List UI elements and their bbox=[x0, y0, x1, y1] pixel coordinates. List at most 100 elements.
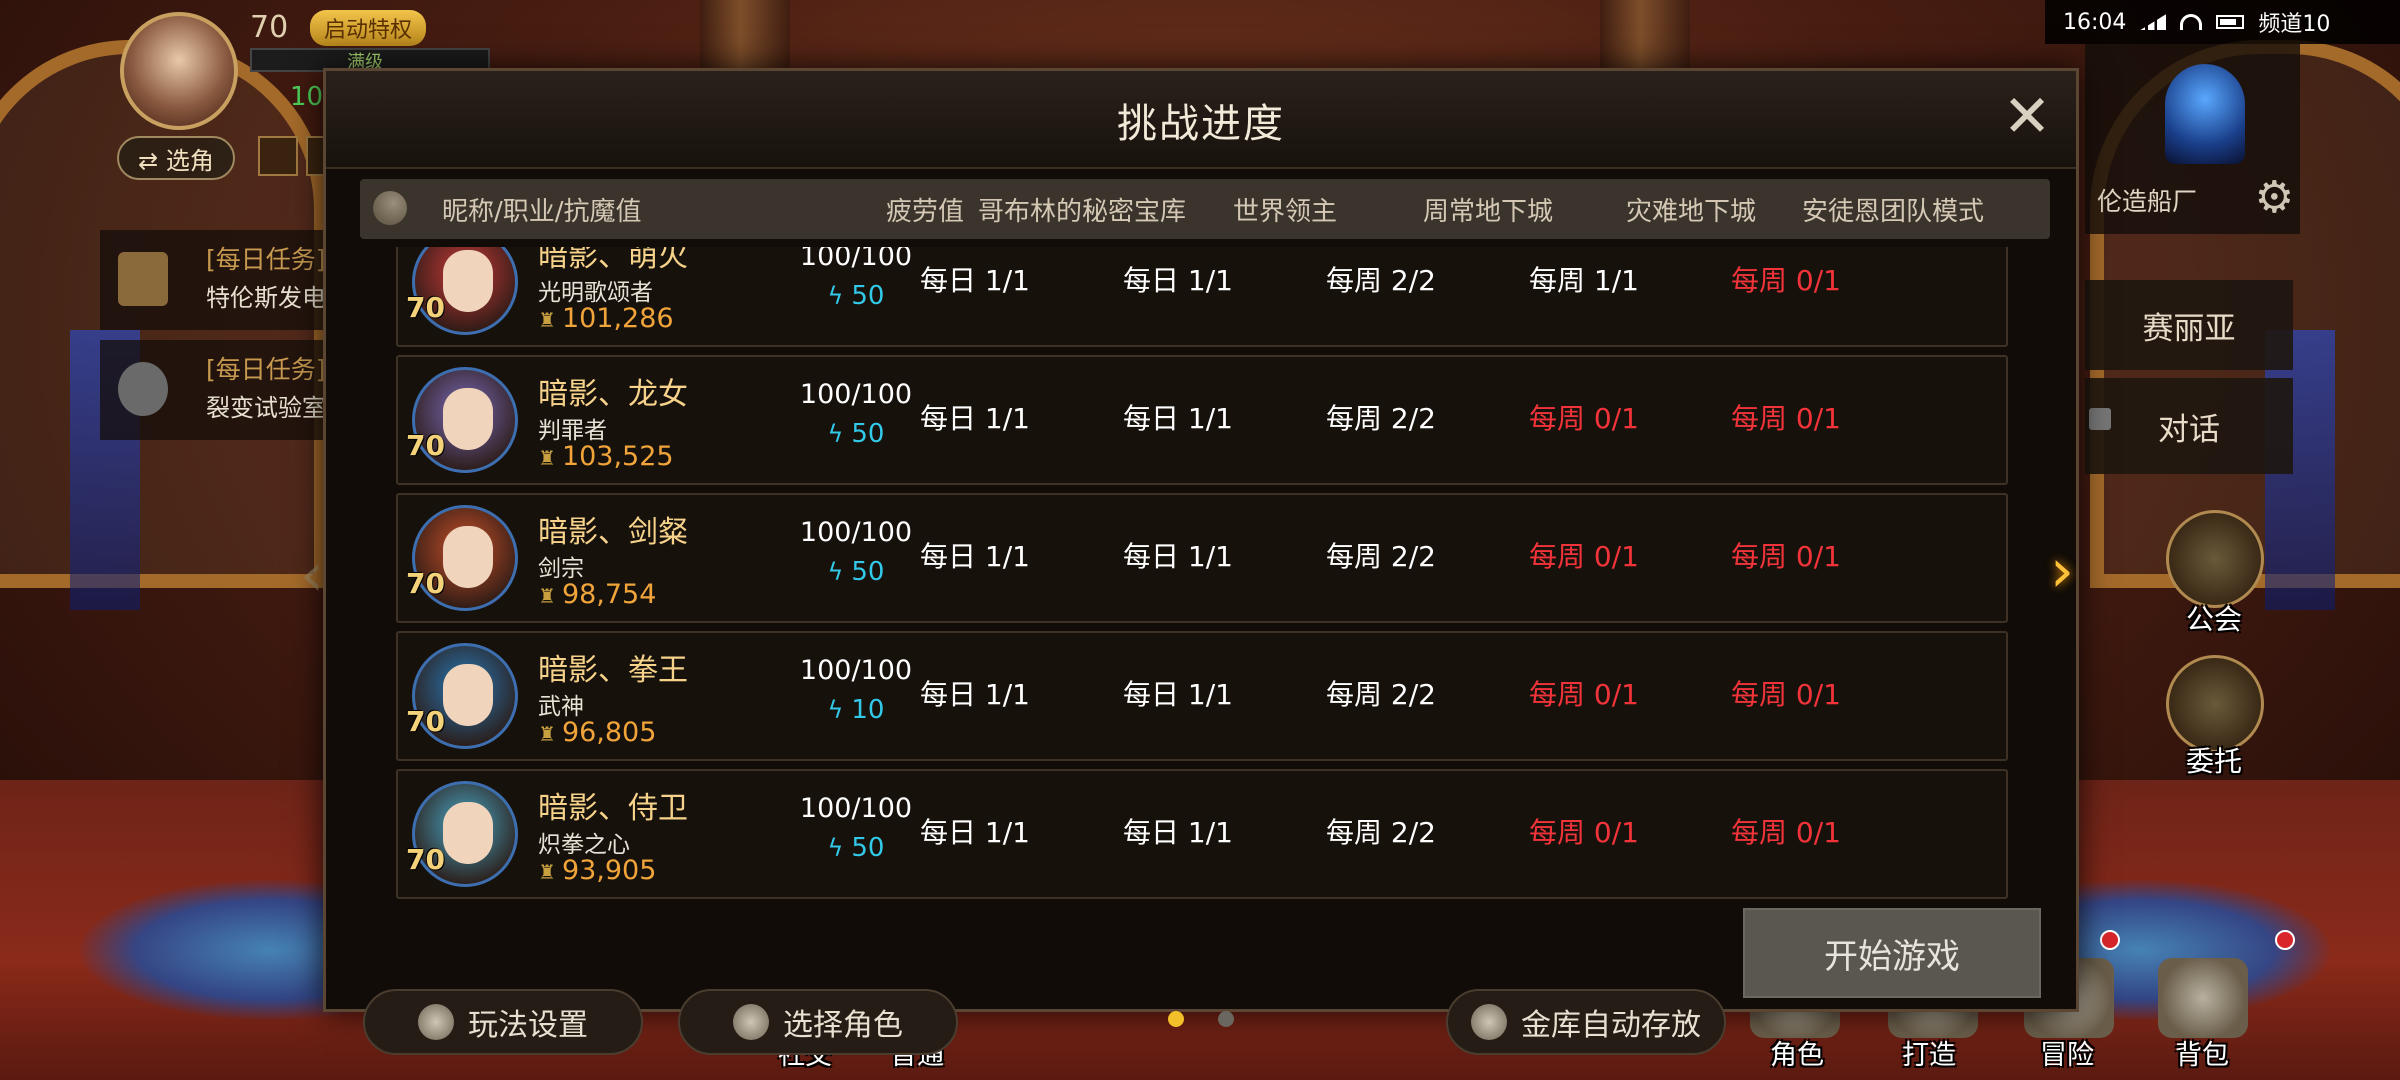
progress-cell: 每日 1/1 bbox=[920, 678, 1030, 711]
clock: 16:04 bbox=[2063, 9, 2127, 35]
character-level: 70 bbox=[406, 291, 445, 324]
bag-icon[interactable] bbox=[2158, 958, 2248, 1038]
prev-page-arrow[interactable]: ‹ bbox=[300, 540, 324, 610]
character-power: 101,286 bbox=[538, 303, 674, 334]
signal-icon bbox=[2140, 14, 2167, 30]
character-level: 70 bbox=[406, 843, 445, 876]
header-name: 昵称/职业/抗魔值 bbox=[442, 197, 642, 227]
wifi-icon bbox=[2180, 14, 2203, 30]
progress-cell: 每日 1/1 bbox=[1123, 678, 1233, 711]
map-icon[interactable] bbox=[258, 136, 298, 176]
talk-label: 对话 bbox=[2158, 411, 2220, 448]
progress-cell: 每周 0/1 bbox=[1529, 816, 1639, 849]
progress-cell: 每周 0/1 bbox=[1731, 402, 1841, 435]
table-header: 昵称/职业/抗魔值 疲劳值 哥布林的秘密宝库 世界领主 周常地下城 灾难地下城 … bbox=[360, 179, 2050, 239]
character-row[interactable]: 70暗影、拳王武神96,805100/10010每日 1/1每日 1/1每周 2… bbox=[396, 631, 2008, 761]
character-level: 70 bbox=[406, 705, 445, 738]
character-row[interactable]: 70暗影、剑粲剑宗98,754100/10050每日 1/1每日 1/1每周 2… bbox=[396, 493, 2008, 623]
character-level: 70 bbox=[406, 567, 445, 600]
select-role-button[interactable]: 选择角色 bbox=[678, 989, 958, 1055]
gear-icon[interactable]: ⚙ bbox=[2255, 172, 2294, 223]
character-job: 判罪者 bbox=[538, 418, 607, 444]
progress-cell: 每日 1/1 bbox=[1123, 816, 1233, 849]
guild-icon[interactable] bbox=[2166, 510, 2264, 608]
header-disaster-dungeon: 灾难地下城 bbox=[1625, 197, 1757, 227]
character-power: 98,754 bbox=[538, 579, 656, 610]
character-name: 暗影、拳王 bbox=[538, 653, 688, 688]
player-level: 70 bbox=[250, 10, 289, 45]
bag-tab[interactable]: 背包 bbox=[2175, 1033, 2229, 1072]
currency-value: 10 bbox=[290, 82, 324, 112]
progress-cell: 每日 1/1 bbox=[1123, 402, 1233, 435]
quest-desc: 裂变试验室 bbox=[206, 394, 326, 422]
close-button[interactable]: ✕ bbox=[2000, 87, 2054, 145]
auto-store-label: 金库自动存放 bbox=[1521, 1008, 1701, 1043]
character-name: 暗影、萌火 bbox=[538, 247, 688, 274]
progress-cell: 每日 1/1 bbox=[920, 264, 1030, 297]
character-level: 70 bbox=[406, 429, 445, 462]
player-avatar[interactable] bbox=[120, 12, 238, 130]
header-anton-raid: 安徒恩团队模式 bbox=[1801, 197, 1985, 227]
progress-cell: 每周 0/1 bbox=[1529, 540, 1639, 573]
progress-cell: 每日 1/1 bbox=[920, 816, 1030, 849]
group-icon bbox=[118, 362, 168, 416]
privilege-badge[interactable]: 启动特权 bbox=[310, 10, 427, 46]
quest-title: [每日任务] bbox=[206, 355, 326, 384]
progress-cell: 每周 2/2 bbox=[1326, 540, 1436, 573]
progress-cell: 每日 1/1 bbox=[920, 402, 1030, 435]
character-power: 103,525 bbox=[538, 441, 674, 472]
role-tab[interactable]: 角色 bbox=[1770, 1033, 1824, 1072]
character-name: 暗影、龙女 bbox=[538, 377, 688, 412]
character-job: 炽拳之心 bbox=[538, 832, 630, 858]
npc-talk-button[interactable]: 对话 bbox=[2085, 378, 2293, 474]
progress-cell: 每日 1/1 bbox=[920, 540, 1030, 573]
character-row[interactable]: 70暗影、侍卫炽拳之心93,905100/10050每日 1/1每日 1/1每周… bbox=[396, 769, 2008, 899]
quest-item[interactable]: [每日任务] 裂变试验室 bbox=[100, 340, 360, 440]
modal-header: 挑战进度 ✕ bbox=[326, 71, 2076, 169]
minimap-panel[interactable]: 伦造船厂 ⚙ bbox=[2085, 44, 2300, 234]
progress-cell: 每日 1/1 bbox=[1123, 540, 1233, 573]
start-game-button[interactable]: 开始游戏 bbox=[1743, 908, 2041, 998]
page-dot[interactable] bbox=[1218, 1011, 1234, 1027]
adventure-tab[interactable]: 冒险 bbox=[2040, 1033, 2094, 1072]
location-label: 伦造船厂 bbox=[2097, 187, 2198, 216]
craft-tab[interactable]: 打造 bbox=[1902, 1033, 1956, 1072]
auto-store-button[interactable]: 金库自动存放 bbox=[1446, 989, 1726, 1055]
character-list[interactable]: 70暗影、萌火光明歌颂者101,286100/10050每日 1/1每日 1/1… bbox=[326, 247, 2076, 959]
select-role-label: 选择角色 bbox=[783, 1008, 903, 1043]
character-name: 暗影、侍卫 bbox=[538, 791, 688, 826]
switch-role-button[interactable]: ⇄ 选角 bbox=[117, 136, 235, 180]
modal-title: 挑战进度 bbox=[1117, 101, 1285, 147]
vault-icon bbox=[1471, 1004, 1507, 1040]
progress-cell: 每周 0/1 bbox=[1529, 402, 1639, 435]
character-power: 93,905 bbox=[538, 855, 656, 886]
character-row[interactable]: 70暗影、龙女判罪者103,525100/10050每日 1/1每日 1/1每周… bbox=[396, 355, 2008, 485]
character-row[interactable]: 70暗影、萌火光明歌颂者101,286100/10050每日 1/1每日 1/1… bbox=[396, 247, 2008, 347]
character-job: 武神 bbox=[538, 694, 584, 720]
npc-name-button[interactable]: 赛丽亚 bbox=[2085, 280, 2293, 370]
next-page-arrow[interactable]: › bbox=[2050, 536, 2074, 606]
challenge-progress-modal: 挑战进度 ✕ 昵称/职业/抗魔值 疲劳值 哥布林的秘密宝库 世界领主 周常地下城… bbox=[323, 68, 2079, 1055]
quest-item[interactable]: [每日任务] 特伦斯发电 bbox=[100, 230, 360, 330]
play-settings-button[interactable]: 玩法设置 bbox=[363, 989, 643, 1055]
page-dot-active[interactable] bbox=[1168, 1011, 1184, 1027]
character-name: 暗影、剑粲 bbox=[538, 515, 688, 550]
notification-dot bbox=[2275, 930, 2295, 950]
gear-icon bbox=[418, 1004, 454, 1040]
progress-cell: 每周 0/1 bbox=[1529, 678, 1639, 711]
scroll-icon bbox=[118, 252, 168, 306]
progress-cell: 每周 0/1 bbox=[1731, 678, 1841, 711]
character-job: 剑宗 bbox=[538, 556, 584, 582]
role-icon bbox=[733, 1004, 769, 1040]
progress-cell: 每周 2/2 bbox=[1326, 816, 1436, 849]
channel-label: 频道10 bbox=[2258, 12, 2331, 37]
progress-cell: 每周 2/2 bbox=[1326, 678, 1436, 711]
character-job: 光明歌颂者 bbox=[538, 280, 653, 306]
commission-icon[interactable] bbox=[2166, 655, 2264, 753]
character-power: 96,805 bbox=[538, 717, 656, 748]
header-fatigue: 疲劳值 bbox=[885, 197, 965, 227]
guild-label: 公会 bbox=[2186, 603, 2243, 636]
progress-cell: 每日 1/1 bbox=[1123, 264, 1233, 297]
progress-cell: 每周 0/1 bbox=[1731, 540, 1841, 573]
quest-title: [每日任务] bbox=[206, 245, 326, 274]
